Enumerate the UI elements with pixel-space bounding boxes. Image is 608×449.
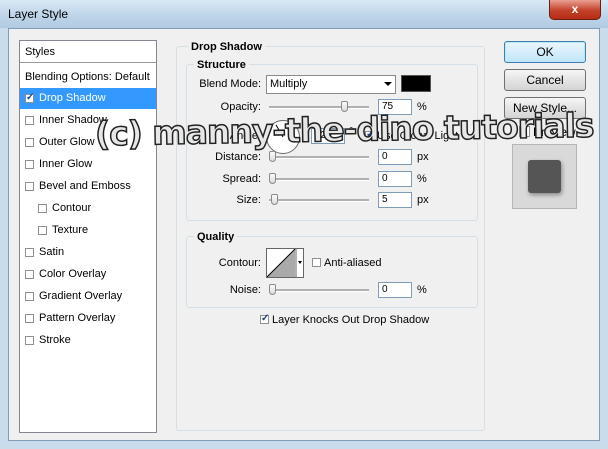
sidebar-item-checkbox[interactable]	[25, 138, 34, 147]
size-label: Size:	[236, 194, 261, 206]
sidebar-item-stroke[interactable]: Stroke	[20, 330, 156, 351]
window-title: Layer Style	[8, 7, 69, 21]
title-bar[interactable]: Layer Style x	[0, 0, 608, 28]
noise-slider-thumb[interactable]	[269, 284, 276, 295]
drop-shadow-title: Drop Shadow	[188, 41, 265, 53]
distance-slider[interactable]	[269, 156, 369, 159]
contour-picker[interactable]	[266, 248, 304, 278]
sidebar-item-label: Color Overlay	[39, 268, 107, 280]
sidebar-item-texture[interactable]: Texture	[20, 220, 156, 241]
sidebar-item-checkbox[interactable]	[25, 336, 34, 345]
opacity-slider[interactable]	[269, 106, 369, 109]
sidebar-item-checkbox[interactable]	[38, 204, 47, 213]
sidebar-item-drop-shadow[interactable]: Drop Shadow	[20, 88, 156, 109]
blend-mode-label: Blend Mode:	[199, 78, 261, 90]
chevron-down-icon	[384, 82, 392, 86]
size-slider[interactable]	[269, 199, 369, 202]
spread-input[interactable]: 0	[378, 171, 412, 187]
distance-slider-thumb[interactable]	[269, 151, 276, 162]
sidebar-item-label: Drop Shadow	[39, 92, 106, 104]
sidebar-item-pattern-overlay[interactable]: Pattern Overlay	[20, 308, 156, 329]
sidebar-item-checkbox[interactable]	[25, 116, 34, 125]
anti-aliased-checkbox[interactable]	[312, 258, 321, 267]
anti-aliased-label[interactable]: Anti-aliased	[324, 257, 381, 269]
contour-label: Contour:	[218, 257, 261, 269]
sidebar-item-checkbox[interactable]	[25, 182, 34, 191]
sidebar-item-checkbox[interactable]	[25, 270, 34, 279]
sidebar-item-checkbox[interactable]	[38, 226, 47, 235]
spread-unit: %	[417, 173, 427, 185]
spread-slider-thumb[interactable]	[269, 173, 276, 184]
sidebar-item-label: Inner Glow	[39, 158, 93, 170]
style-preview	[512, 144, 577, 209]
sidebar-item-satin[interactable]: Satin	[20, 242, 156, 263]
layer-knocks-out-label[interactable]: Layer Knocks Out Drop Shadow	[272, 314, 429, 326]
sidebar-item-checkbox[interactable]	[25, 292, 34, 301]
blend-mode-value: Multiply	[270, 78, 308, 90]
sidebar-item-checkbox[interactable]	[25, 248, 34, 257]
close-icon: x	[571, 2, 579, 16]
layer-knocks-out-checkbox[interactable]	[260, 313, 269, 324]
quality-group: Quality Contour: Anti-aliased Noise: 0 %	[186, 231, 478, 308]
contour-curve-icon	[267, 249, 302, 277]
sidebar-item-label: Bevel and Emboss	[39, 180, 131, 192]
drop-shadow-group: Drop Shadow Structure Blend Mode: Multip…	[176, 41, 485, 431]
noise-label: Noise:	[229, 284, 261, 296]
sidebar-item-gradient-overlay[interactable]: Gradient Overlay	[20, 286, 156, 307]
distance-input[interactable]: 0	[378, 149, 412, 165]
dialog-body: Styles Blending Options: Default Drop Sh…	[8, 28, 600, 441]
sidebar-item-label: Gradient Overlay	[39, 290, 123, 302]
sidebar-item-label: Outer Glow	[39, 136, 95, 148]
noise-input[interactable]: 0	[378, 282, 412, 298]
size-unit: px	[417, 194, 429, 206]
sidebar-item-label: Contour	[52, 202, 92, 214]
cancel-button[interactable]: Cancel	[504, 69, 586, 91]
blending-options-label: Blending Options: Default	[25, 71, 150, 83]
sidebar-item-color-overlay[interactable]: Color Overlay	[20, 264, 156, 285]
quality-legend: Quality	[194, 231, 238, 243]
sidebar-item-label: Satin	[39, 246, 65, 258]
sidebar-item-checkbox[interactable]	[25, 92, 34, 103]
noise-slider[interactable]	[269, 289, 369, 292]
spread-label: Spread:	[222, 173, 261, 185]
size-input[interactable]: 5	[378, 192, 412, 208]
sidebar-item-inner-glow[interactable]: Inner Glow	[20, 154, 156, 175]
shadow-color-swatch[interactable]	[401, 75, 431, 92]
layer-style-window: Layer Style x Styles Blending Options: D…	[0, 0, 608, 449]
size-slider-thumb[interactable]	[271, 194, 278, 205]
structure-legend: Structure	[194, 59, 249, 71]
sidebar-item-checkbox[interactable]	[25, 314, 34, 323]
sidebar-item-label: Texture	[52, 224, 89, 236]
styles-header[interactable]: Styles	[20, 41, 156, 63]
close-button[interactable]: x	[549, 0, 601, 20]
sidebar-item-label: Pattern Overlay	[39, 312, 116, 324]
distance-label: Distance:	[215, 151, 261, 163]
distance-unit: px	[417, 151, 429, 163]
ok-button[interactable]: OK	[504, 41, 586, 63]
preview-thumbnail	[528, 160, 561, 193]
sidebar-item-bevel-and-emboss[interactable]: Bevel and Emboss	[20, 176, 156, 197]
blending-options-item[interactable]: Blending Options: Default	[20, 67, 156, 88]
sidebar-item-checkbox[interactable]	[25, 160, 34, 169]
sidebar-item-label: Stroke	[39, 334, 71, 346]
spread-slider[interactable]	[269, 178, 369, 181]
noise-unit: %	[417, 284, 427, 296]
styles-list: Styles Blending Options: Default Drop Sh…	[19, 40, 157, 433]
sidebar-item-contour[interactable]: Contour	[20, 198, 156, 219]
blend-mode-dropdown[interactable]: Multiply	[266, 75, 396, 94]
